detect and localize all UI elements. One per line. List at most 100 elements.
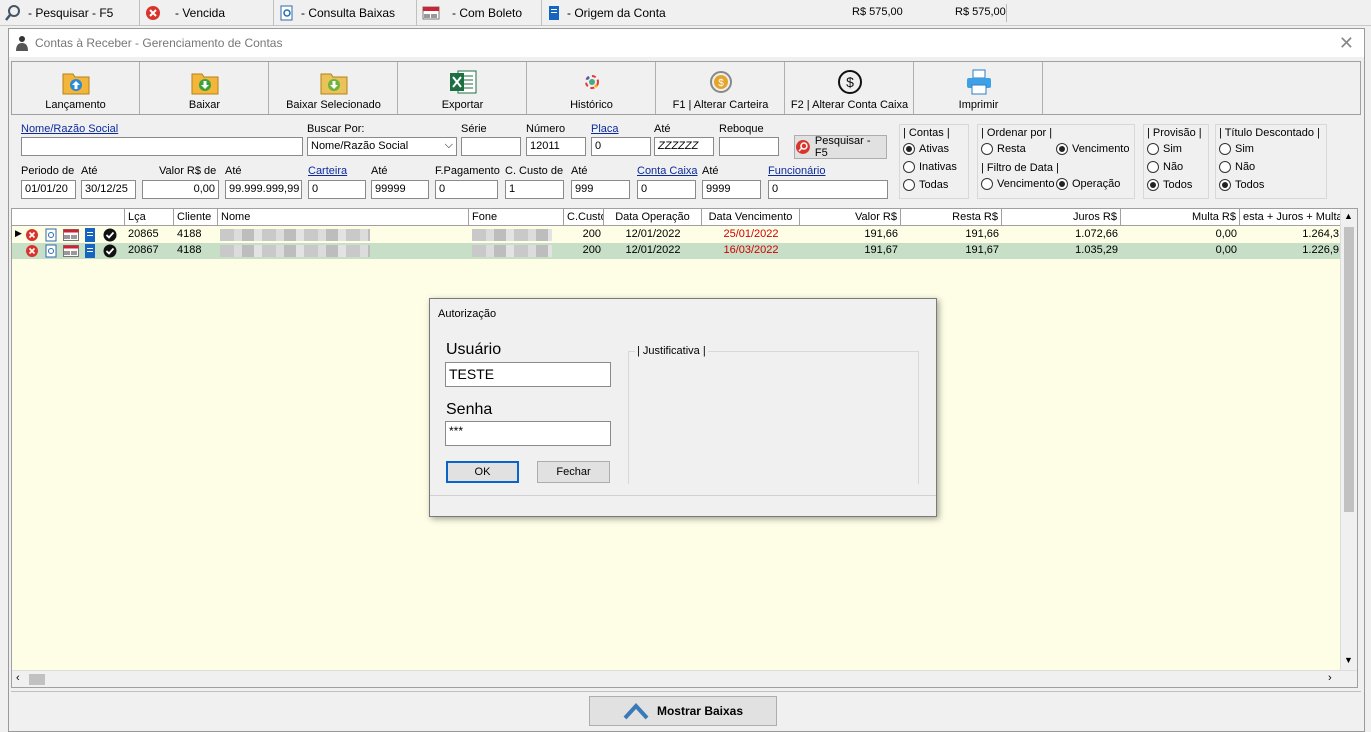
conta-caixa-link[interactable]: Conta Caixa [637, 165, 698, 177]
document-icon[interactable] [84, 228, 96, 242]
mostrar-baixas-button[interactable]: Mostrar Baixas [589, 696, 777, 726]
radio-provisao-nao[interactable]: Não [1147, 161, 1183, 173]
carteira-input[interactable]: 0 [308, 180, 366, 199]
window-titlebar: Contas à Receber - Gerenciamento de Cont… [9, 29, 1364, 57]
col-valor[interactable]: Valor R$ [800, 209, 901, 226]
legend-consulta-baixas: - Consulta Baixas [275, 0, 417, 26]
radio-titulo-sim[interactable]: Sim [1219, 143, 1254, 155]
red-x-icon [26, 245, 38, 257]
radio-ativas[interactable]: Ativas [903, 143, 949, 155]
redacted-name [220, 245, 370, 257]
fechar-button[interactable]: Fechar [537, 461, 610, 483]
scroll-down-icon[interactable]: ▼ [1344, 655, 1353, 665]
radio-todas[interactable]: Todas [903, 179, 948, 191]
radio-vencimento-filtro[interactable]: Vencimento [981, 178, 1054, 190]
row-pointer-icon: ▶ [15, 228, 22, 238]
col-multa[interactable]: Multa R$ [1121, 209, 1240, 226]
alterar-conta-caixa-button[interactable]: $ F2 | Alterar Conta Caixa [786, 62, 914, 114]
baixar-selecionado-button[interactable]: Baixar Selecionado [270, 62, 398, 114]
dialog-footer [430, 495, 936, 516]
ate-placa-input[interactable]: ZZZZZZ [654, 137, 714, 156]
funcionario-link[interactable]: Funcionário [768, 165, 825, 177]
nome-input[interactable] [21, 137, 303, 156]
fpag-input[interactable]: 0 [435, 180, 498, 199]
radio-provisao-todos[interactable]: Todos [1147, 179, 1192, 191]
scroll-left-icon[interactable]: ‹ [16, 672, 20, 684]
col-cliente[interactable]: Cliente [174, 209, 218, 226]
folder-up-icon [62, 73, 89, 95]
svg-text:$: $ [718, 78, 724, 89]
horizontal-scroll-thumb[interactable] [29, 674, 45, 685]
scroll-up-icon[interactable]: ▲ [1344, 211, 1353, 221]
ok-button[interactable]: OK [446, 461, 519, 483]
nome-link[interactable]: Nome/Razão Social [21, 123, 118, 135]
legend-pesquisar: - Pesquisar - F5 [0, 0, 140, 26]
ate-valor-input[interactable]: 99.999.999,99 [225, 180, 302, 199]
col-data-vencimento[interactable]: Data Vencimento [702, 209, 800, 226]
historico-button[interactable]: Histórico [528, 62, 656, 114]
justificativa-textarea[interactable] [631, 360, 916, 484]
window-title: Contas à Receber - Gerenciamento de Cont… [35, 36, 283, 50]
radio-titulo-nao[interactable]: Não [1219, 161, 1255, 173]
boleto-icon[interactable] [63, 245, 79, 257]
radio-vencimento-ordem[interactable]: Vencimento [1056, 143, 1129, 155]
ate-conta-caixa-input[interactable]: 9999 [702, 180, 761, 199]
document-icon[interactable] [84, 244, 96, 258]
table-row[interactable]: ▶ 20865 4188 200 12/01/2022 25/01/2022 1… [12, 227, 1342, 243]
senha-input[interactable]: *** [445, 421, 611, 446]
buscar-select[interactable]: Nome/Razão Social ⌵ [307, 137, 457, 156]
carteira-link[interactable]: Carteira [308, 165, 347, 177]
col-ccusto[interactable]: C.Custo [564, 209, 604, 226]
scroll-right-icon[interactable]: › [1328, 672, 1332, 684]
col-lca[interactable]: Lça [125, 209, 174, 226]
exportar-button[interactable]: Exportar [399, 62, 527, 114]
lancamento-button[interactable]: Lançamento [12, 62, 140, 114]
serie-label: Série [461, 123, 487, 135]
col-nome[interactable]: Nome [218, 209, 469, 226]
table-row[interactable]: 20867 4188 200 12/01/2022 16/03/2022 191… [12, 243, 1342, 259]
vertical-scrollbar[interactable]: ▲ ▼ [1340, 209, 1357, 671]
radio-provisao-sim[interactable]: Sim [1147, 143, 1182, 155]
serie-input[interactable] [461, 137, 521, 156]
ate-periodo-input[interactable]: 30/12/25 [81, 180, 136, 199]
vertical-scroll-thumb[interactable] [1344, 227, 1354, 512]
horizontal-scrollbar[interactable]: ‹ › [12, 670, 1357, 687]
pesquisar-button[interactable]: Pesquisar - F5 [794, 135, 887, 159]
radio-operacao[interactable]: Operação [1056, 178, 1120, 190]
placa-input[interactable]: 0 [591, 137, 651, 156]
search-icon [795, 140, 810, 154]
buscar-label: Buscar Por: [307, 123, 365, 135]
ordenar-group: | Ordenar por | Resta Vencimento | Filtr… [977, 124, 1135, 199]
col-total[interactable]: esta + Juros + Multa [1240, 209, 1342, 226]
alterar-carteira-button[interactable]: $ F1 | Alterar Carteira [657, 62, 785, 114]
consult-icon[interactable] [44, 228, 58, 242]
ccusto-input[interactable]: 1 [505, 180, 564, 199]
usuario-input[interactable]: TESTE [445, 362, 611, 387]
col-resta[interactable]: Resta R$ [901, 209, 1002, 226]
baixar-button[interactable]: Baixar [141, 62, 269, 114]
imprimir-button[interactable]: Imprimir [915, 62, 1043, 114]
funcionario-input[interactable]: 0 [768, 180, 888, 199]
periodo-input[interactable]: 01/01/20 [21, 180, 76, 199]
radio-inativas[interactable]: Inativas [903, 161, 957, 173]
col-juros[interactable]: Juros R$ [1002, 209, 1121, 226]
col-data-operacao[interactable]: Data Operação [604, 209, 702, 226]
ate-carteira-input[interactable]: 99999 [371, 180, 429, 199]
coin-cycle-icon: $ [709, 71, 732, 93]
numero-input[interactable]: 12011 [526, 137, 586, 156]
close-icon[interactable]: ✕ [1339, 33, 1354, 54]
bottom-bar: Mostrar Baixas [11, 691, 1361, 731]
consult-icon[interactable] [44, 244, 58, 258]
total-amount-2: R$ 575,00 [955, 6, 1006, 18]
reboque-input[interactable] [719, 137, 779, 156]
usuario-label: Usuário [446, 341, 502, 358]
radio-resta[interactable]: Resta [981, 143, 1026, 155]
col-fone[interactable]: Fone [469, 209, 564, 226]
radio-titulo-todos[interactable]: Todos [1219, 179, 1264, 191]
conta-caixa-input[interactable]: 0 [637, 180, 696, 199]
boleto-icon[interactable] [63, 229, 79, 241]
valor-input[interactable]: 0,00 [142, 180, 219, 199]
ate-ccusto-input[interactable]: 999 [571, 180, 630, 199]
reboque-label: Reboque [719, 123, 764, 135]
placa-link[interactable]: Placa [591, 123, 619, 135]
